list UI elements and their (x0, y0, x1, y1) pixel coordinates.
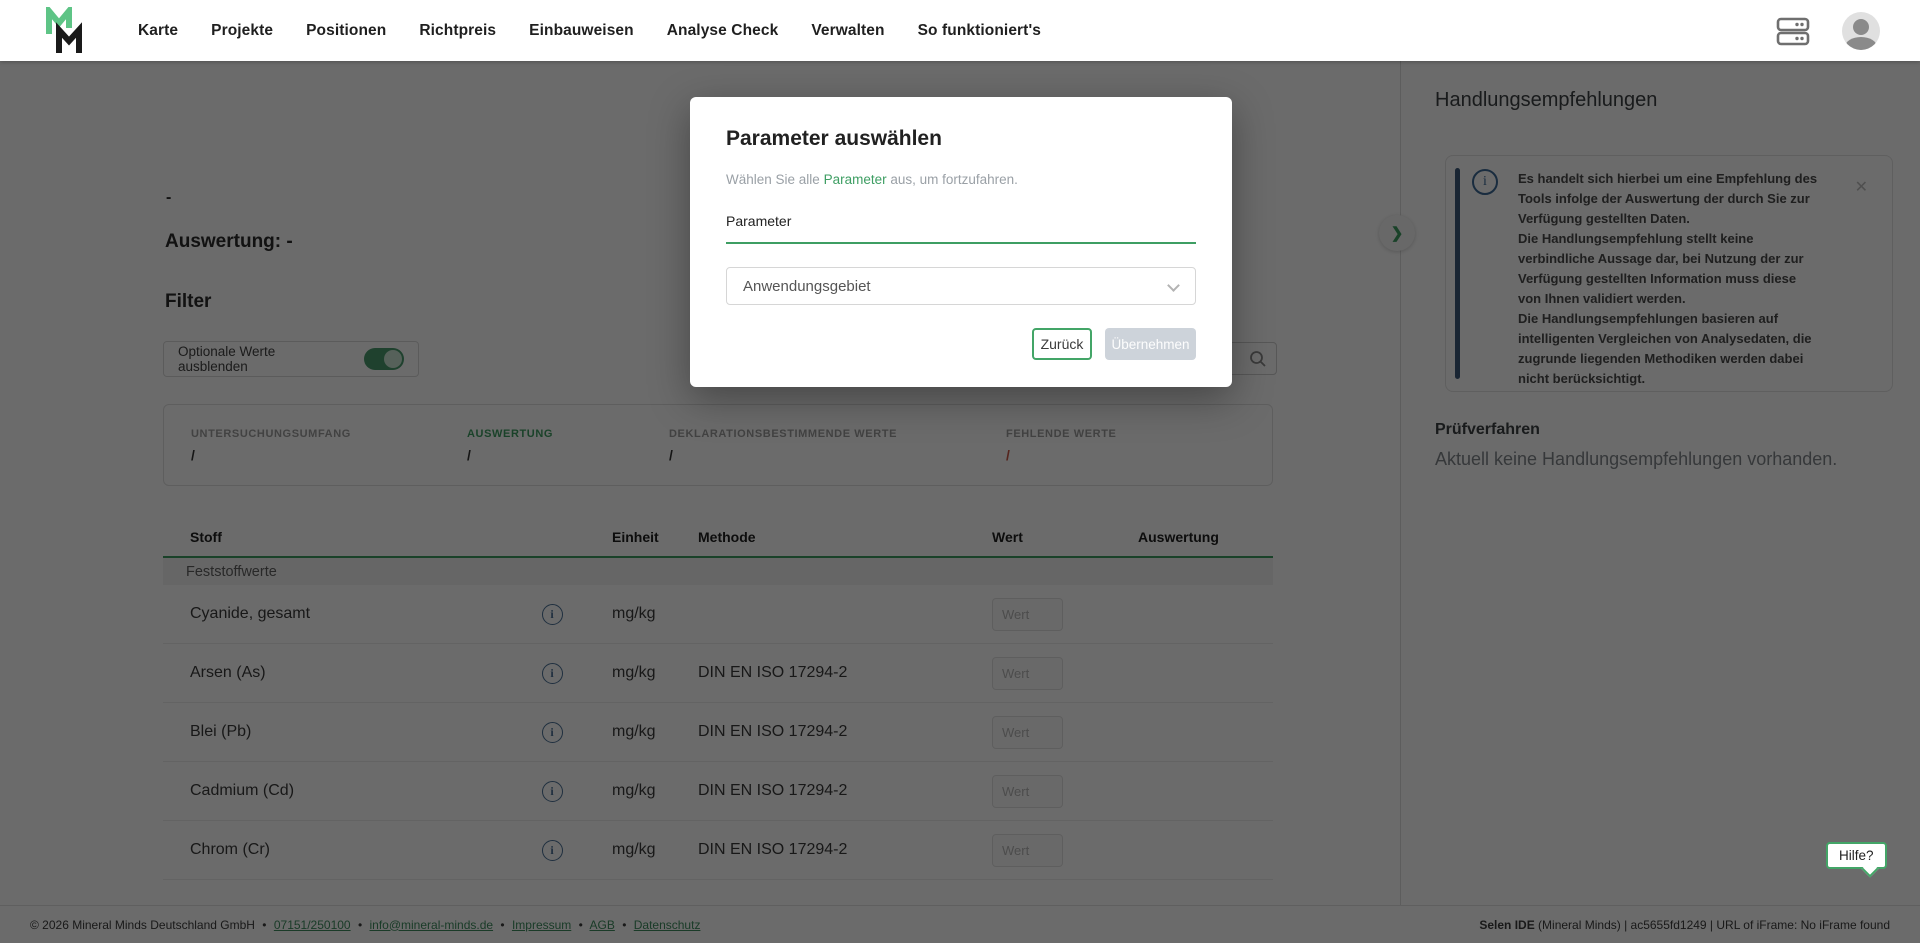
avatar-body-icon (1845, 37, 1877, 50)
chevron-down-icon (1167, 279, 1180, 292)
help-bubble[interactable]: Hilfe? (1826, 842, 1887, 869)
nav-item-projekte[interactable]: Projekte (211, 22, 273, 40)
user-avatar[interactable] (1842, 12, 1880, 50)
dialog-actions: Zurück Übernehmen (1032, 328, 1196, 360)
subtitle-text: aus, um fortzufahren. (887, 172, 1018, 187)
dialog-title: Parameter auswählen (726, 127, 1196, 151)
main-menu: Karte Projekte Positionen Richtpreis Ein… (138, 0, 1041, 61)
back-button[interactable]: Zurück (1032, 328, 1092, 360)
parameter-field-underline[interactable] (726, 242, 1196, 244)
apply-button[interactable]: Übernehmen (1105, 328, 1196, 360)
mineral-minds-logo[interactable] (45, 7, 89, 60)
top-navbar: Karte Projekte Positionen Richtpreis Ein… (0, 0, 1920, 61)
logo-icon (45, 7, 89, 55)
nav-item-karte[interactable]: Karte (138, 22, 178, 40)
app-root: Karte Projekte Positionen Richtpreis Ein… (0, 0, 1920, 943)
subtitle-text: Wählen Sie alle (726, 172, 824, 187)
nav-item-positionen[interactable]: Positionen (306, 22, 386, 40)
select-value: Anwendungsgebiet (743, 278, 871, 295)
parameter-dialog: Parameter auswählen Wählen Sie alle Para… (690, 97, 1232, 387)
dialog-subtitle: Wählen Sie alle Parameter aus, um fortzu… (726, 172, 1196, 187)
parameter-link: Parameter (824, 172, 887, 187)
nav-item-richtpreis[interactable]: Richtpreis (419, 22, 496, 40)
nav-item-verwalten[interactable]: Verwalten (811, 22, 884, 40)
parameter-field-label: Parameter (726, 213, 1196, 229)
server-icon[interactable] (1776, 16, 1810, 46)
avatar-head-icon (1853, 19, 1869, 35)
anwendungsgebiet-select[interactable]: Anwendungsgebiet (726, 267, 1196, 305)
nav-item-so-funktionierts[interactable]: So funktioniert's (918, 22, 1041, 40)
nav-item-einbauweisen[interactable]: Einbauweisen (529, 22, 634, 40)
navbar-right (1776, 0, 1880, 61)
nav-item-analyse-check[interactable]: Analyse Check (667, 22, 779, 40)
